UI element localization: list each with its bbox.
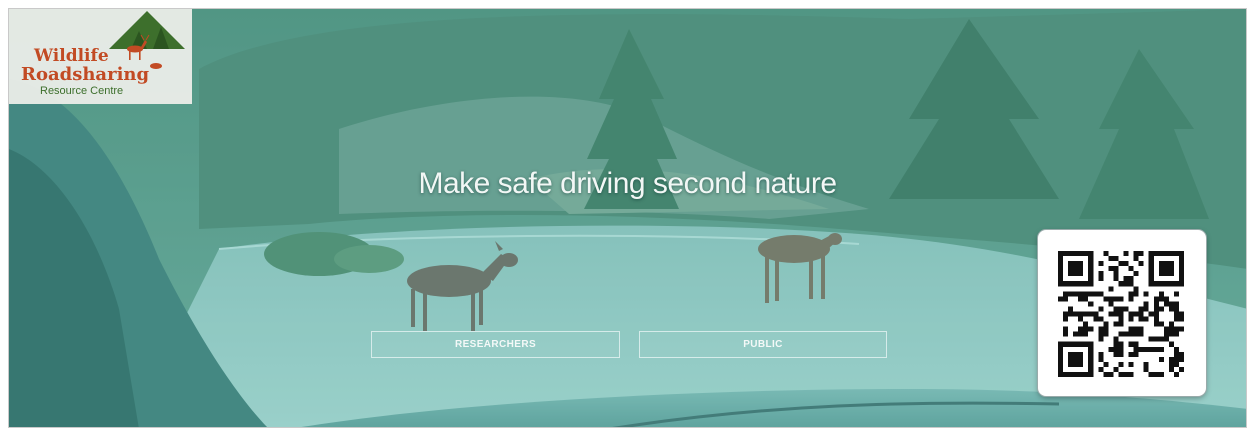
public-button[interactable]: PUBLIC [639,331,887,358]
hero-headline: Make safe driving second nature [418,167,837,200]
deer-tree-logo-icon [109,11,185,69]
brand-logo[interactable]: Wildlife Roadsharing Resource Centre [9,9,192,104]
brand-subtitle: Resource Centre [40,85,124,97]
qr-code-icon [1058,251,1184,377]
brand-name-line2: Roadsharing [21,64,150,85]
hero-banner: Wildlife Roadsharing Resource Centre Mak… [8,8,1247,428]
qr-code-card[interactable] [1038,230,1206,396]
brand-name-line1: Wildlife [34,46,109,66]
researchers-button[interactable]: RESEARCHERS [371,331,620,358]
